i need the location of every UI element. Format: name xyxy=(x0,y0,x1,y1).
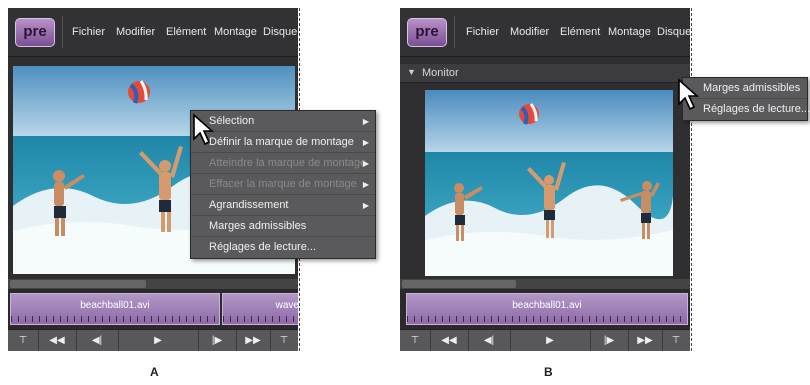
clip-name: wave xyxy=(275,300,298,311)
monitor-video-preview[interactable] xyxy=(425,90,673,276)
clip-frame-ticks xyxy=(11,316,219,322)
ctx-label: Atteindre la marque de montage xyxy=(209,157,367,169)
submenu-arrow-icon: ▶ xyxy=(362,180,369,189)
ctx-goto-marker: Atteindre la marque de montage ▶ xyxy=(191,153,375,174)
premiere-window-b: pre Fichier Modifier Elément Montage Dis… xyxy=(400,8,690,351)
menu-separator xyxy=(454,16,455,48)
ctx-set-marker[interactable]: Définir la marque de montage ▶ xyxy=(191,132,375,153)
menu-element[interactable]: Elément xyxy=(166,26,206,38)
mini-timeline[interactable]: beachball01.avi wave xyxy=(8,289,298,329)
collapse-triangle-icon[interactable]: ▼ xyxy=(407,67,416,77)
step-back-icon[interactable]: ◀| xyxy=(76,330,119,351)
transport-controls: ⊤ ◀◀ ◀| ▶ |▶ ▶▶ ⊤ xyxy=(8,329,298,351)
beach-scene-image xyxy=(425,90,673,276)
rewind-icon[interactable]: ◀◀ xyxy=(38,330,77,351)
ctx-label: Réglages de lecture... xyxy=(209,241,317,253)
ctx-safe-margins[interactable]: Marges admissibles xyxy=(191,216,375,237)
monitor-panel-header[interactable]: ▼ Monitor xyxy=(400,64,690,83)
menu-element[interactable]: Elément xyxy=(560,26,600,38)
ctx-clear-marker: Effacer la marque de montage ▶ xyxy=(191,174,375,195)
ctx-label: Agrandissement xyxy=(209,199,289,211)
clip-name: beachball01.avi xyxy=(80,300,150,311)
menu-fichier[interactable]: Fichier xyxy=(466,26,499,38)
step-forward-icon[interactable]: |▶ xyxy=(198,330,237,351)
submenu-arrow-icon: ▶ xyxy=(362,201,369,210)
monitor-scrollbar[interactable] xyxy=(8,279,298,289)
menu-disque[interactable]: Disque xyxy=(263,26,297,38)
mouse-cursor-icon xyxy=(678,78,700,111)
scrollbar-thumb[interactable] xyxy=(402,280,516,288)
menu-montage[interactable]: Montage xyxy=(214,26,257,38)
ctx-label: Effacer la marque de montage xyxy=(209,178,357,190)
monitor-panel-title: Monitor xyxy=(422,67,459,79)
ctx-label: Réglages de lecture... xyxy=(703,103,810,115)
clip-frame-ticks xyxy=(223,316,298,322)
ctx-label: Marges admissibles xyxy=(703,82,801,94)
menu-bar: pre Fichier Modifier Elément Montage Dis… xyxy=(400,8,690,57)
ctx-label: Marges admissibles xyxy=(209,220,307,232)
clip-wave[interactable]: wave xyxy=(222,293,298,325)
play-icon[interactable]: ▶ xyxy=(510,330,591,351)
fast-forward-icon[interactable]: ▶▶ xyxy=(236,330,271,351)
mini-timeline[interactable]: beachball01.avi xyxy=(400,289,690,329)
trim-start-icon[interactable]: ⊤ xyxy=(8,330,39,351)
panel-edge-b xyxy=(691,8,692,351)
monitor-scrollbar[interactable] xyxy=(400,279,690,289)
ctx-safe-margins[interactable]: Marges admissibles xyxy=(683,78,807,99)
clip-beachball[interactable]: beachball01.avi xyxy=(10,293,220,325)
rewind-icon[interactable]: ◀◀ xyxy=(430,330,469,351)
caption-a: A xyxy=(150,365,159,379)
clip-frame-ticks xyxy=(407,316,687,322)
submenu-arrow-icon: ▶ xyxy=(362,159,369,168)
menu-fichier[interactable]: Fichier xyxy=(72,26,105,38)
trim-end-icon[interactable]: ⊤ xyxy=(270,330,298,351)
menu-bar: pre Fichier Modifier Elément Montage Dis… xyxy=(8,8,298,57)
step-forward-icon[interactable]: |▶ xyxy=(590,330,629,351)
transport-controls: ⊤ ◀◀ ◀| ▶ |▶ ▶▶ ⊤ xyxy=(400,329,690,351)
trim-end-icon[interactable]: ⊤ xyxy=(662,330,690,351)
menu-disque[interactable]: Disque xyxy=(657,26,690,38)
menu-separator xyxy=(62,16,63,48)
scrollbar-thumb[interactable] xyxy=(10,280,146,288)
menu-modifier[interactable]: Modifier xyxy=(510,26,549,38)
submenu-arrow-icon: ▶ xyxy=(362,117,369,126)
ctx-playback-settings[interactable]: Réglages de lecture... xyxy=(191,237,375,258)
caption-b: B xyxy=(544,365,553,379)
fast-forward-icon[interactable]: ▶▶ xyxy=(628,330,663,351)
premiere-logo: pre xyxy=(15,18,55,47)
ctx-label: Définir la marque de montage xyxy=(209,136,354,148)
submenu-arrow-icon: ▶ xyxy=(362,138,369,147)
menu-modifier[interactable]: Modifier xyxy=(116,26,155,38)
trim-start-icon[interactable]: ⊤ xyxy=(400,330,431,351)
clip-beachball[interactable]: beachball01.avi xyxy=(406,293,688,325)
menu-montage[interactable]: Montage xyxy=(608,26,651,38)
premiere-logo: pre xyxy=(407,18,447,47)
ctx-playback-settings[interactable]: Réglages de lecture... xyxy=(683,99,810,120)
step-back-icon[interactable]: ◀| xyxy=(468,330,511,351)
ctx-selection[interactable]: Sélection ▶ xyxy=(191,111,375,132)
play-icon[interactable]: ▶ xyxy=(118,330,199,351)
clip-name: beachball01.avi xyxy=(512,300,582,311)
ctx-magnification[interactable]: Agrandissement ▶ xyxy=(191,195,375,216)
mouse-cursor-icon xyxy=(193,113,215,146)
context-menu-monitor: Sélection ▶ Définir la marque de montage ▶… xyxy=(190,110,376,259)
